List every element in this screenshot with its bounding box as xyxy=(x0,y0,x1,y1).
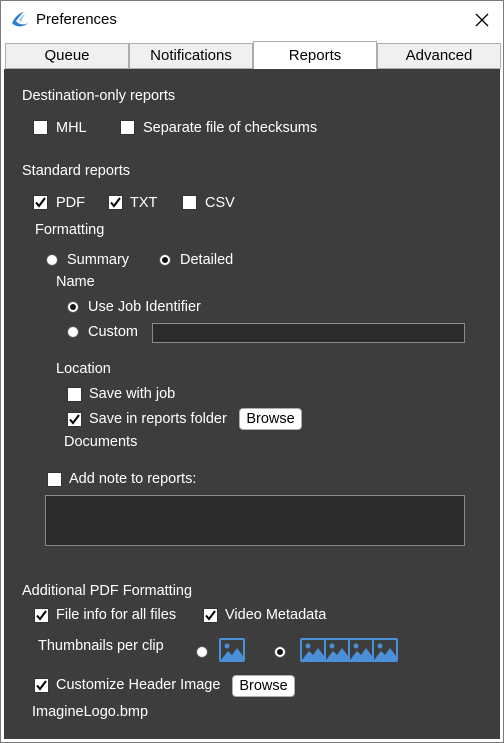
separate-checksums-checkbox[interactable] xyxy=(120,120,135,135)
reports-folder-path: Documents xyxy=(64,434,138,450)
video-metadata-label: Video Metadata xyxy=(225,607,327,623)
formatting-label: Formatting xyxy=(35,222,105,238)
note-textarea[interactable] xyxy=(45,495,465,546)
check-icon xyxy=(69,414,80,425)
summary-label: Summary xyxy=(67,252,130,268)
additional-heading: Additional PDF Formatting xyxy=(22,583,193,599)
pdf-label: PDF xyxy=(56,195,85,211)
reports-panel: Destination-only reports MHL Separate fi… xyxy=(4,69,500,739)
summary-radio[interactable] xyxy=(46,254,58,266)
close-icon xyxy=(475,13,489,27)
txt-label: TXT xyxy=(130,195,158,211)
image-icon xyxy=(372,638,398,667)
custom-name-input[interactable] xyxy=(152,323,465,343)
thumbnails-per-clip-label: Thumbnails per clip xyxy=(38,638,164,654)
tab-advanced[interactable]: Advanced xyxy=(377,43,501,69)
customize-header-image-checkbox[interactable] xyxy=(34,678,49,693)
window-title: Preferences xyxy=(36,11,117,28)
location-label: Location xyxy=(56,361,111,377)
check-icon xyxy=(36,680,47,691)
browse-folder-button[interactable]: Browse xyxy=(239,408,302,430)
header-image-filename: ImagineLogo.bmp xyxy=(32,704,149,720)
image-icon xyxy=(348,638,374,667)
browse-header-image-button[interactable]: Browse xyxy=(232,675,295,697)
check-icon xyxy=(35,197,46,208)
file-info-checkbox[interactable] xyxy=(34,608,49,623)
csv-label: CSV xyxy=(205,195,235,211)
save-with-job-label: Save with job xyxy=(89,386,176,402)
check-icon xyxy=(110,197,121,208)
pdf-checkbox[interactable] xyxy=(33,195,48,210)
image-icon xyxy=(324,638,350,667)
save-in-reports-folder-checkbox[interactable] xyxy=(67,412,82,427)
tab-reports[interactable]: Reports xyxy=(253,41,377,70)
tab-notifications[interactable]: Notifications xyxy=(129,43,253,69)
custom-radio[interactable] xyxy=(67,326,79,338)
mhl-checkbox[interactable] xyxy=(33,120,48,135)
destination-heading: Destination-only reports xyxy=(22,88,176,104)
use-job-identifier-label: Use Job Identifier xyxy=(88,299,201,315)
tab-bar: Queue Notifications Reports Advanced xyxy=(1,41,503,70)
app-logo-icon xyxy=(10,11,30,29)
name-label: Name xyxy=(56,274,95,290)
video-metadata-checkbox[interactable] xyxy=(203,608,218,623)
custom-label: Custom xyxy=(88,324,138,340)
detailed-radio[interactable] xyxy=(159,254,171,266)
save-with-job-checkbox[interactable] xyxy=(67,387,82,402)
one-thumbnail-radio[interactable] xyxy=(196,646,208,658)
title-bar: Preferences xyxy=(1,1,503,39)
file-info-label: File info for all files xyxy=(56,607,177,623)
check-icon xyxy=(36,610,47,621)
separate-checksums-label: Separate file of checksums xyxy=(143,120,318,136)
tab-queue[interactable]: Queue xyxy=(5,43,129,69)
add-note-checkbox[interactable] xyxy=(47,472,62,487)
csv-checkbox[interactable] xyxy=(182,195,197,210)
close-button[interactable] xyxy=(463,5,501,35)
add-note-label: Add note to reports: xyxy=(69,471,197,487)
detailed-label: Detailed xyxy=(180,252,234,268)
four-thumbnails-radio[interactable] xyxy=(274,646,286,658)
preferences-window: Preferences Queue Notifications Reports … xyxy=(0,0,504,743)
standard-heading: Standard reports xyxy=(22,163,131,179)
save-in-reports-folder-label: Save in reports folder xyxy=(89,411,227,427)
txt-checkbox[interactable] xyxy=(108,195,123,210)
customize-header-image-label: Customize Header Image xyxy=(56,677,221,693)
mhl-label: MHL xyxy=(56,120,87,136)
use-job-identifier-radio[interactable] xyxy=(67,301,79,313)
check-icon xyxy=(205,610,216,621)
image-icon xyxy=(300,638,326,667)
image-icon xyxy=(219,638,245,667)
